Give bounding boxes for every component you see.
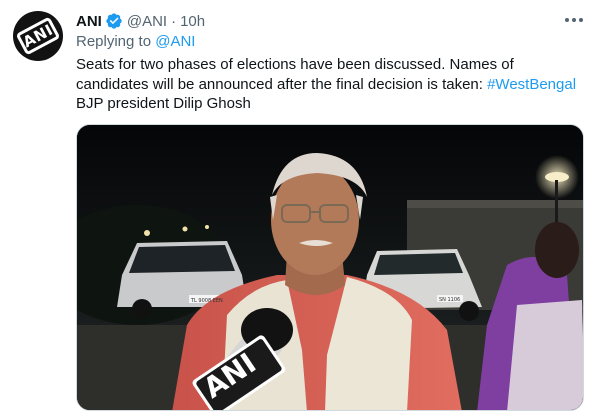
author-avatar[interactable]: ANI [13,11,63,61]
replying-prefix: Replying to [76,33,156,50]
avatar-logo-text: ANI [15,16,61,56]
reply-mention-link[interactable]: @ANI [155,33,195,50]
photo-scene: ANI TL 9008 EEN SN 1106 [77,125,583,410]
license-plate-left: TL 9008 EEN [190,298,223,304]
author-handle[interactable]: @ANI [127,13,167,30]
tweet-text-body: Seats for two phases of elections have b… [76,56,514,93]
license-plate-right: SN 1106 [439,297,460,303]
tweet-photo[interactable]: ANI TL 9008 EEN SN 1106 [76,124,584,411]
more-options-icon[interactable] [560,9,588,31]
hashtag-link[interactable]: #WestBengal [487,76,576,93]
tweet-timestamp[interactable]: 10h [180,13,205,30]
tweet-text-tail: BJP president Dilip Ghosh [76,95,251,112]
tweet-text: Seats for two phases of elections have b… [76,55,586,114]
verified-badge-icon [106,13,122,29]
tweet-header: ANI @ANI · 10h [76,10,205,32]
author-name[interactable]: ANI [76,13,102,30]
tweet: ANI ANI @ANI · 10h Replying to @ANI Seat… [0,0,600,418]
separator-dot: · [171,12,177,30]
replying-to: Replying to @ANI [76,33,195,50]
